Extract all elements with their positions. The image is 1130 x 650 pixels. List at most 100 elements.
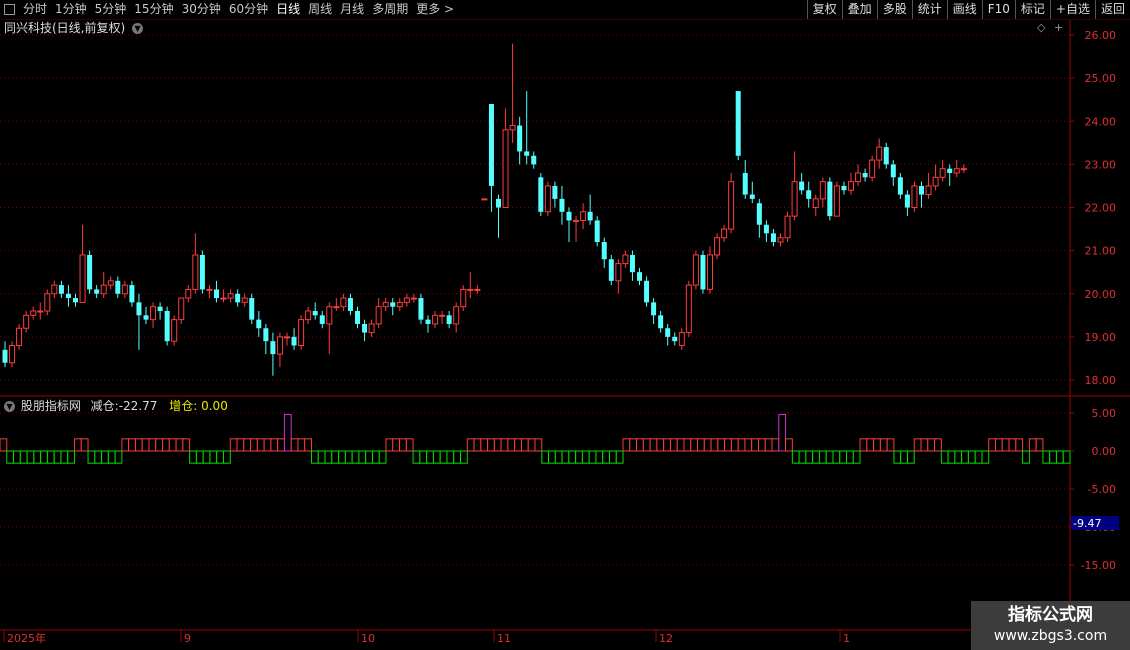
indicator-bar xyxy=(852,450,861,464)
indicator-bar xyxy=(906,450,915,464)
tool-button[interactable]: F10 xyxy=(981,0,1015,19)
candle-body-up xyxy=(100,284,107,295)
indicator-bar xyxy=(40,450,48,464)
indicator-bar xyxy=(1015,438,1024,452)
indicator-bar xyxy=(195,450,204,464)
indicator-bar xyxy=(527,438,536,452)
indicator-bar xyxy=(175,438,184,452)
indicator-bar xyxy=(622,438,631,452)
indicator-bar xyxy=(730,438,739,452)
period-tab[interactable]: 30分钟 xyxy=(178,0,225,19)
layout-toggle-icon[interactable] xyxy=(4,4,15,15)
candle-body-up xyxy=(23,314,30,329)
period-tab[interactable]: 周线 xyxy=(304,0,336,19)
candle-body-down xyxy=(94,289,100,294)
indicator-bar xyxy=(568,450,577,464)
indicator-bar xyxy=(94,450,103,464)
period-tab[interactable]: 分时 xyxy=(19,0,51,19)
candle-body-down xyxy=(87,254,93,290)
tool-button[interactable]: 标记 xyxy=(1014,0,1050,19)
candle-body-up xyxy=(509,125,516,131)
chevron-down-icon[interactable]: ▼ xyxy=(132,23,144,34)
tool-button[interactable]: 叠加 xyxy=(841,0,877,19)
indicator-bar xyxy=(182,438,191,452)
plus-icon[interactable]: + xyxy=(1054,22,1063,34)
indicator-bar xyxy=(209,450,218,464)
period-tab[interactable]: 5分钟 xyxy=(91,0,131,19)
indicator-bar xyxy=(690,438,699,452)
candle-body-down xyxy=(249,298,255,320)
date-tick-label: 1 xyxy=(843,632,850,645)
period-toolbar: 分时 1分钟 5分钟 15分钟 30分钟 60分钟 日线 周线 月线 多周期 更多 > 复权 叠加 多股… xyxy=(0,0,1130,20)
candle-body-up xyxy=(728,181,735,230)
tool-button[interactable]: 复权 xyxy=(806,0,842,19)
indicator-bar xyxy=(1022,450,1030,464)
candle-body-up xyxy=(939,168,946,178)
candle-body-down xyxy=(517,125,523,152)
indicator-bar xyxy=(439,450,448,464)
add-value: 0.00 xyxy=(201,399,228,413)
candle-body-down xyxy=(608,259,614,281)
tool-button[interactable]: 多股 xyxy=(876,0,912,19)
indicator-bar xyxy=(385,438,394,452)
candle-body-up xyxy=(206,288,213,291)
period-tab[interactable]: 日线 xyxy=(272,0,304,19)
candle-body-down xyxy=(559,198,565,212)
indicator-bar xyxy=(893,450,902,464)
tool-button[interactable]: 返回 xyxy=(1094,0,1130,19)
indicator-bar xyxy=(351,450,360,464)
indicator-bar xyxy=(832,450,841,464)
tool-button[interactable]: 画线 xyxy=(946,0,982,19)
indicator-bar xyxy=(649,438,658,452)
candle-body-up xyxy=(37,310,44,313)
indicator-bar xyxy=(46,450,55,464)
indicator-bar xyxy=(338,450,346,464)
candle-body-up xyxy=(439,314,446,317)
price-tick-label: 18.00 xyxy=(1085,374,1117,387)
indicator-bar xyxy=(101,450,109,464)
indicator-bar xyxy=(378,450,387,464)
candle-body-up xyxy=(171,319,178,342)
candle-body-down xyxy=(319,315,325,324)
candle-body-down xyxy=(629,254,635,273)
watermark-title: 指标公式网 xyxy=(1008,605,1093,625)
period-tab[interactable]: 更多 > xyxy=(412,0,458,19)
candle-body-up xyxy=(9,345,16,364)
indicator-bar xyxy=(128,438,136,452)
period-tab[interactable]: 多周期 xyxy=(368,0,412,19)
indicator-bar xyxy=(859,438,868,452)
indicator-bar xyxy=(812,450,820,464)
indicator-tick-label: -15.00 xyxy=(1081,559,1116,572)
price-tick-label: 21.00 xyxy=(1085,245,1117,258)
tool-button[interactable]: +自选 xyxy=(1049,0,1095,19)
candle-body-down xyxy=(143,315,149,320)
candle-body-down xyxy=(594,220,600,242)
period-tab[interactable]: 1分钟 xyxy=(51,0,91,19)
indicator-tick-label: -5.00 xyxy=(1088,483,1116,496)
tool-button[interactable]: 统计 xyxy=(911,0,947,19)
indicator-bar xyxy=(683,438,692,452)
watermark-url: www.zbgs3.com xyxy=(993,628,1108,644)
indicator-bar xyxy=(405,438,414,452)
indicator-bar xyxy=(6,450,15,464)
indicator-bar xyxy=(818,450,827,464)
indicator-bar xyxy=(548,450,556,464)
chevron-down-icon[interactable]: ▼ xyxy=(4,401,15,412)
diamond-icon[interactable]: ◇ xyxy=(1037,22,1045,34)
candle-body-down xyxy=(587,211,593,221)
period-tab[interactable]: 60分钟 xyxy=(225,0,272,19)
indicator-bar xyxy=(236,438,245,452)
candle-body-down xyxy=(735,91,741,156)
indicator-bar xyxy=(717,438,726,452)
indicator-bar xyxy=(162,438,170,452)
period-tab[interactable]: 月线 xyxy=(336,0,368,19)
candle-body-up xyxy=(502,129,509,208)
candle-body-down xyxy=(566,211,572,221)
indicator-bar xyxy=(669,438,678,452)
indicator-bar xyxy=(466,438,475,452)
date-tick-label: 2025年 xyxy=(7,631,46,645)
period-tab[interactable]: 15分钟 xyxy=(130,0,177,19)
candle-body-down xyxy=(665,328,671,337)
indicator-bar xyxy=(80,438,89,452)
indicator-bar xyxy=(629,438,638,452)
